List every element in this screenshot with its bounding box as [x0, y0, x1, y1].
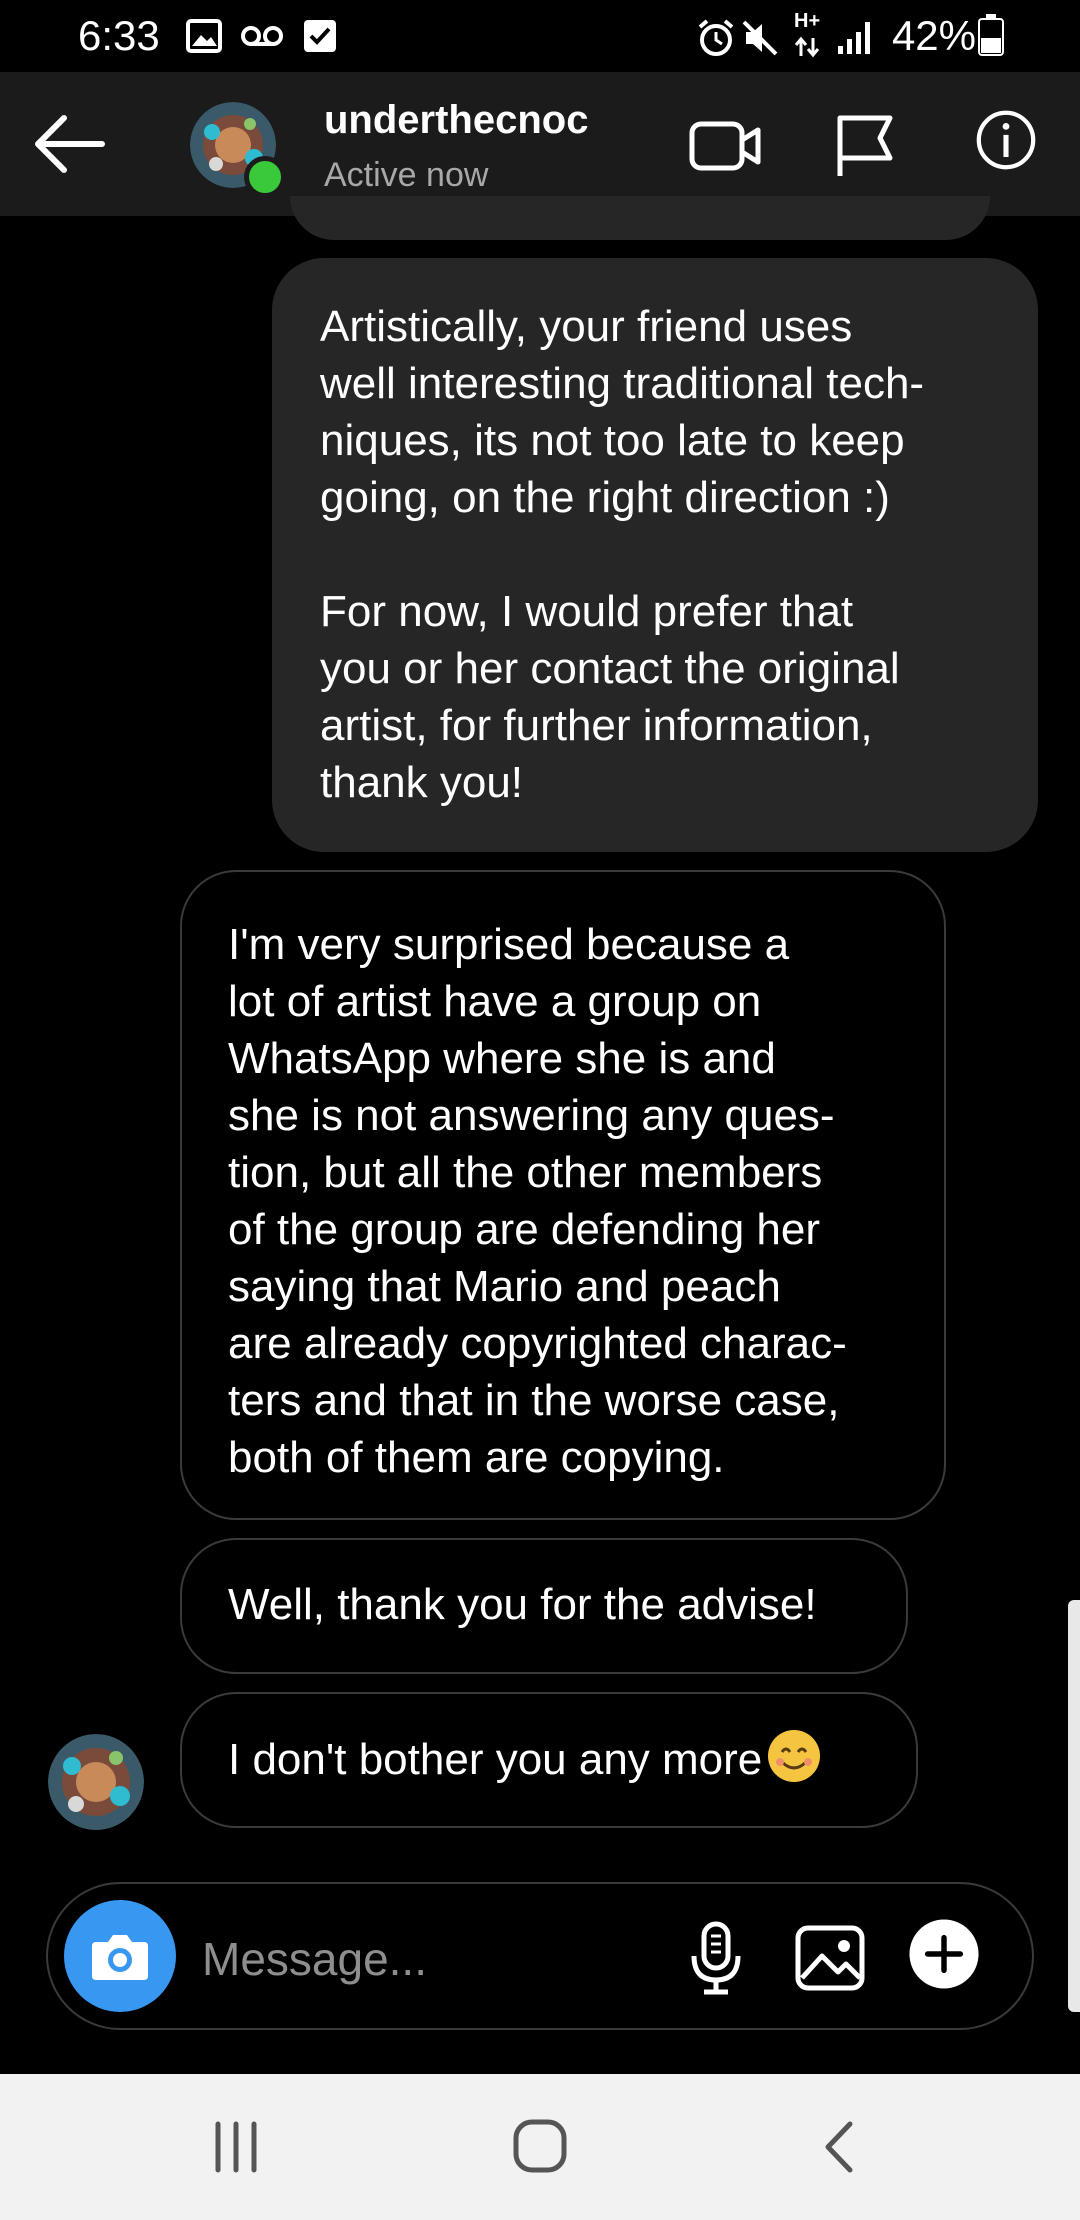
image-icon — [186, 19, 222, 53]
online-indicator — [244, 156, 286, 198]
smiling-face-emoji — [768, 1730, 821, 1782]
flag-icon[interactable] — [824, 112, 904, 180]
back-icon[interactable] — [800, 2112, 880, 2182]
voicemail-icon — [241, 26, 283, 46]
recent-apps-icon[interactable] — [196, 2112, 276, 2182]
microphone-icon[interactable] — [676, 1918, 756, 1998]
message-text: I don't bother you any more — [228, 1735, 763, 1784]
received-message[interactable]: Well, thank you for the advise! — [180, 1538, 908, 1674]
mute-icon — [742, 20, 778, 56]
plus-icon[interactable] — [904, 1914, 984, 1994]
video-call-icon[interactable] — [686, 112, 766, 180]
message-composer — [46, 1882, 1034, 2030]
received-message[interactable]: I'm very surprised because a lot of arti… — [180, 870, 946, 1520]
previous-message-bubble — [290, 196, 990, 240]
data-arrows-icon — [794, 36, 820, 58]
status-time: 6:33 — [78, 12, 160, 59]
camera-icon — [92, 1935, 148, 1980]
contact-username[interactable]: underthecnoc — [324, 98, 588, 143]
gallery-icon[interactable] — [790, 1918, 870, 1998]
signal-icon — [838, 22, 870, 54]
sender-avatar[interactable] — [48, 1734, 144, 1830]
chat-header: underthecnoc Active now — [0, 72, 1080, 216]
battery-icon — [978, 14, 1004, 56]
battery-percent: 42% — [891, 12, 976, 59]
info-icon[interactable] — [966, 106, 1046, 174]
received-message[interactable]: I don't bother you any more — [180, 1692, 918, 1828]
network-type: H+ — [794, 10, 821, 32]
back-arrow-icon[interactable] — [30, 112, 110, 176]
alarm-icon — [698, 19, 734, 56]
contact-status: Active now — [324, 156, 489, 194]
system-nav-bar — [0, 2074, 1080, 2220]
home-icon[interactable] — [500, 2112, 580, 2182]
status-bar: 6:33 H+ 42% — [0, 0, 1080, 72]
scrollbar[interactable] — [1068, 1600, 1080, 2012]
sent-message[interactable]: Artistically, your friend uses well inte… — [272, 258, 1038, 852]
camera-button[interactable] — [64, 1900, 176, 2012]
check-box-icon — [304, 20, 336, 52]
message-input[interactable] — [200, 1928, 624, 1990]
avatar-image — [48, 1734, 144, 1830]
